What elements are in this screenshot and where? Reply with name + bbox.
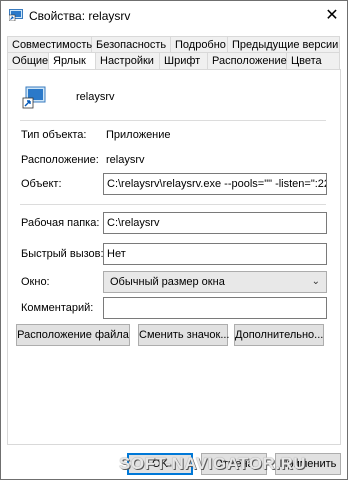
chevron-down-icon: ⌄ bbox=[311, 276, 320, 287]
change-icon-button[interactable]: Сменить значок... bbox=[138, 324, 230, 346]
target-field[interactable]: C:\relaysrv\relaysrv.exe --pools="" -lis… bbox=[103, 173, 327, 195]
tab-shortcut[interactable]: Ярлык bbox=[49, 52, 96, 70]
tab-options[interactable]: Настройки bbox=[96, 52, 160, 70]
run-label: Окно: bbox=[21, 276, 50, 288]
app-shortcut-icon bbox=[22, 86, 46, 109]
hotkey-label: Быстрый вызов: bbox=[21, 248, 104, 260]
object-type-value: Приложение bbox=[106, 129, 171, 141]
shortcut-icon bbox=[9, 9, 23, 21]
start-in-label: Рабочая папка: bbox=[21, 217, 100, 229]
properties-window: Свойства: relaysrv ✕ Совместимость Безоп… bbox=[0, 0, 348, 480]
tab-row-2: Общие Ярлык Настройки Шрифт Расположение… bbox=[7, 52, 340, 70]
hotkey-field[interactable]: Нет bbox=[103, 243, 327, 265]
divider bbox=[20, 204, 326, 205]
open-file-location-button[interactable]: Расположение файла bbox=[16, 324, 130, 346]
run-select[interactable]: Обычный размер окна ⌄ bbox=[103, 271, 327, 293]
tab-font[interactable]: Шрифт bbox=[160, 52, 208, 70]
target-label: Объект: bbox=[21, 178, 62, 190]
shortcut-tab-panel: relaysrv Тип объекта: Приложение Располо… bbox=[7, 69, 341, 445]
location-value: relaysrv bbox=[106, 154, 145, 166]
title-bar: Свойства: relaysrv ✕ bbox=[1, 1, 347, 31]
tab-general[interactable]: Общие bbox=[7, 52, 49, 70]
shortcut-name: relaysrv bbox=[76, 91, 115, 103]
close-icon[interactable]: ✕ bbox=[323, 7, 341, 25]
tab-layout[interactable]: Расположение bbox=[208, 52, 287, 70]
watermark: SOFT-NAVIGATOR.RU bbox=[119, 454, 306, 473]
divider bbox=[20, 120, 326, 121]
tab-colors[interactable]: Цвета bbox=[287, 52, 340, 70]
comment-field[interactable] bbox=[103, 297, 327, 319]
advanced-button[interactable]: Дополнительно... bbox=[234, 324, 324, 346]
location-label: Расположение: bbox=[21, 154, 99, 166]
run-select-value: Обычный размер окна bbox=[110, 276, 225, 288]
start-in-field[interactable]: C:\relaysrv bbox=[103, 212, 327, 234]
object-type-label: Тип объекта: bbox=[21, 129, 87, 141]
window-title: Свойства: relaysrv bbox=[29, 9, 131, 23]
comment-label: Комментарий: bbox=[21, 302, 94, 314]
